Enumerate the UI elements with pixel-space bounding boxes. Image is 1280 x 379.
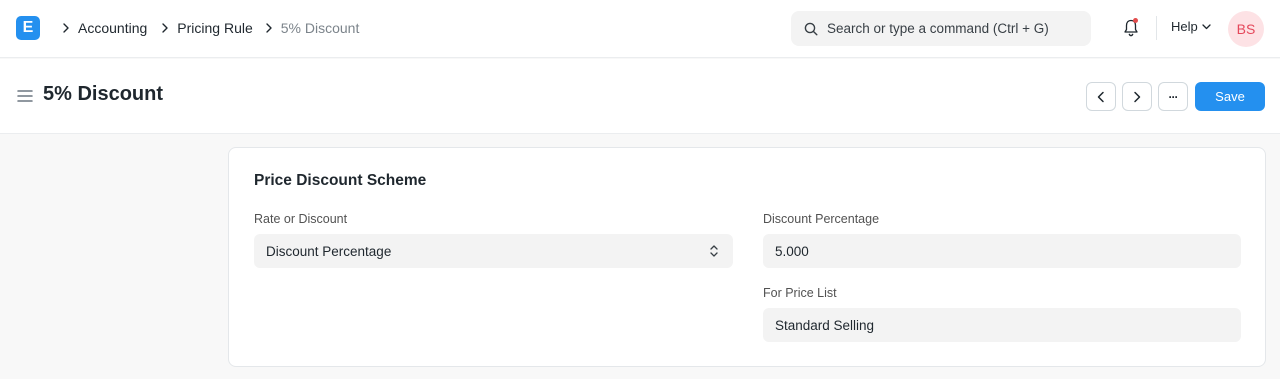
more-icon: ··· [1168,89,1179,104]
for-price-list-input[interactable]: Standard Selling [763,308,1241,342]
search-icon [804,22,818,35]
for-price-list-value: Standard Selling [775,317,875,333]
page-title: 5% Discount [43,83,164,105]
chevron-right-icon [1134,91,1141,102]
notification-dot [1133,18,1138,23]
breadcrumb-current: 5% Discount [280,20,360,36]
search-placeholder: Search or type a command (Ctrl + G) [827,21,1049,36]
breadcrumb-pricing-rule[interactable]: Pricing Rule [177,20,252,36]
chevron-right-icon [266,23,272,33]
next-doc-button[interactable] [1122,82,1152,111]
chevron-down-icon [1202,23,1211,29]
sidebar-toggle-icon[interactable] [17,89,33,103]
navbar: E Accounting Pricing Rule 5% Discount Se… [0,0,1280,58]
chevron-left-icon [1097,91,1104,102]
breadcrumb-accounting[interactable]: Accounting [78,20,147,36]
save-button[interactable]: Save [1195,82,1265,111]
discount-percentage-value: 5.000 [775,243,809,259]
chevron-right-icon [162,23,168,33]
help-dropdown[interactable]: Help [1171,19,1211,34]
app-logo[interactable]: E [16,16,40,40]
discount-percentage-input[interactable]: 5.000 [763,234,1241,268]
chevron-right-icon [63,23,69,33]
section-title: Price Discount Scheme [254,172,427,189]
search-bar[interactable]: Search or type a command (Ctrl + G) [791,11,1091,46]
rate-or-discount-select[interactable]: Discount Percentage [254,234,733,268]
previous-doc-button[interactable] [1086,82,1116,111]
rate-or-discount-label: Rate or Discount [254,212,348,226]
rate-or-discount-value: Discount Percentage [266,243,392,259]
breadcrumb: Accounting Pricing Rule 5% Discount [54,0,359,56]
avatar[interactable]: BS [1228,11,1264,47]
help-label: Help [1171,19,1198,34]
navbar-divider [1156,16,1157,40]
discount-percentage-label: Discount Percentage [763,212,880,226]
more-actions-button[interactable]: ··· [1158,82,1188,111]
for-price-list-label: For Price List [763,286,837,300]
page-head: 5% Discount ··· Save [0,59,1280,134]
price-discount-section: Price Discount Scheme Rate or Discount D… [228,147,1266,367]
select-arrows-icon [710,245,718,257]
